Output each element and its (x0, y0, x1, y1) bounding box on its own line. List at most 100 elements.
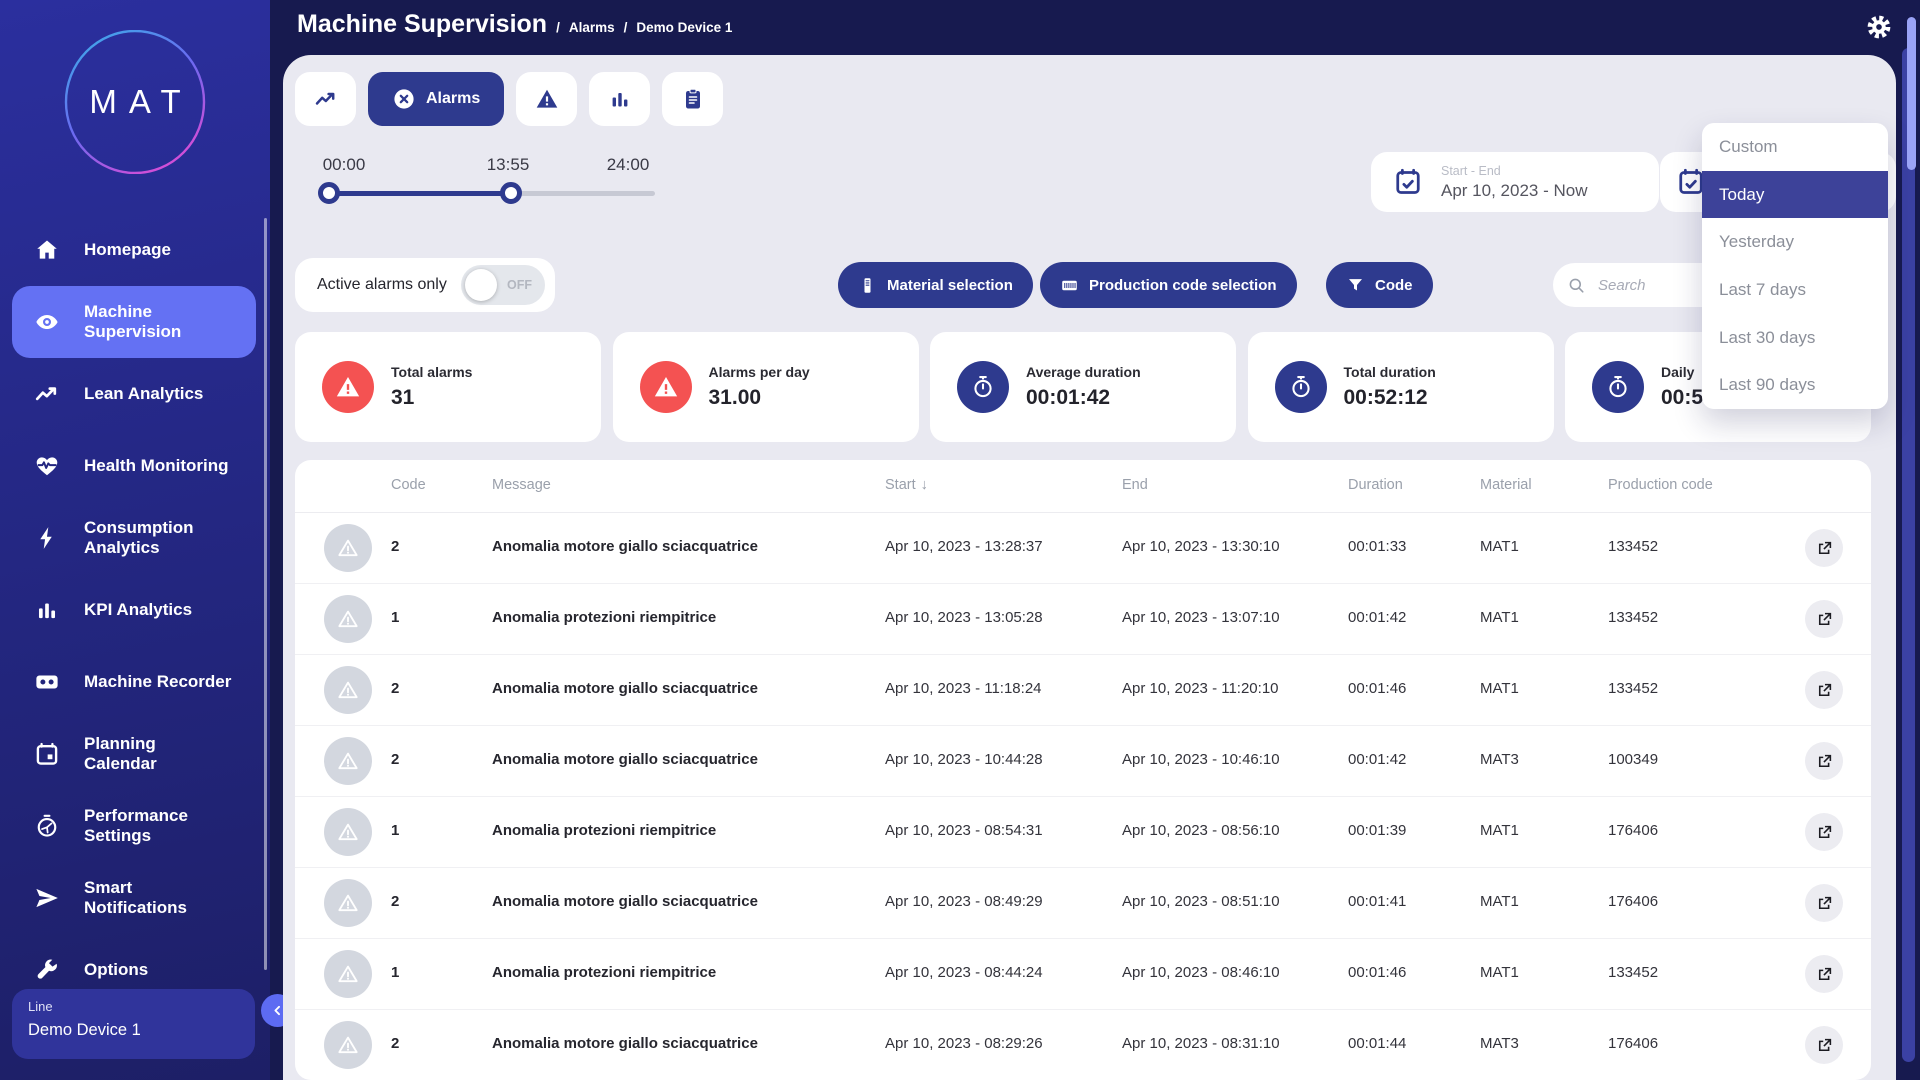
alarm-row[interactable]: 2 Anomalia motore giallo sciacquatrice A… (295, 655, 1871, 726)
material-selection-label: Material selection (887, 277, 1013, 294)
open-alarm-button[interactable] (1805, 671, 1843, 709)
date-menu-scrollbar[interactable] (1907, 17, 1916, 170)
stat-value: 31 (391, 386, 472, 410)
alarm-row[interactable]: 2 Anomalia motore giallo sciacquatrice A… (295, 1010, 1871, 1080)
sidebar-scrollbar[interactable] (264, 218, 267, 970)
tab-report[interactable] (662, 72, 723, 126)
tab-statistics[interactable] (589, 72, 650, 126)
column-header-production-code[interactable]: Production code (1608, 477, 1713, 493)
material-selection-button[interactable]: Material selection (838, 262, 1033, 308)
date-menu-item-label: Last 7 days (1719, 280, 1806, 300)
sidebar-item-smart-notifications[interactable]: Smart Notifications (12, 862, 256, 934)
cell-end: Apr 10, 2023 - 08:31:10 (1122, 1035, 1280, 1052)
toggle-knob (465, 269, 497, 301)
cell-code: 2 (391, 1035, 399, 1052)
alarm-row[interactable]: 1 Anomalia protezioni riempitrice Apr 10… (295, 797, 1871, 868)
page-title: Machine Supervision (297, 10, 547, 39)
open-alarm-button[interactable] (1805, 884, 1843, 922)
time-slider-handle-start[interactable] (318, 182, 340, 204)
cell-duration: 00:01:33 (1348, 538, 1406, 555)
date-menu-item-label: Last 30 days (1719, 328, 1815, 348)
column-header-start[interactable]: Start↓ (885, 477, 928, 493)
warning-icon (535, 87, 559, 111)
stat-cards: Total alarms 31 Alarms per day 31.00 (295, 332, 1871, 442)
sidebar-item-machine-supervision[interactable]: Machine Supervision (12, 286, 256, 358)
tab-alarms[interactable]: Alarms (368, 72, 504, 126)
active-alarms-toggle[interactable]: OFF (461, 265, 545, 305)
date-menu-item[interactable]: Last 7 days (1702, 266, 1888, 314)
main-panel: Alarms 00:00 13:55 24:00 (283, 55, 1896, 1080)
cell-message: Anomalia motore giallo sciacquatrice (492, 538, 758, 555)
date-menu-item[interactable]: Yesterday (1702, 218, 1888, 266)
sidebar-item-homepage[interactable]: Homepage (12, 214, 256, 286)
cell-code: 2 (391, 538, 399, 555)
open-alarm-button[interactable] (1805, 600, 1843, 638)
cell-end: Apr 10, 2023 - 13:07:10 (1122, 609, 1280, 626)
alarm-outline-icon (335, 535, 361, 561)
alarm-row[interactable]: 2 Anomalia motore giallo sciacquatrice A… (295, 513, 1871, 584)
date-menu-item[interactable]: Last 30 days (1702, 314, 1888, 362)
cell-duration: 00:01:46 (1348, 964, 1406, 981)
page-scrollbar[interactable] (1902, 48, 1915, 1062)
tab-warnings[interactable] (516, 72, 577, 126)
column-header-code[interactable]: Code (391, 477, 426, 493)
alarm-row[interactable]: 2 Anomalia motore giallo sciacquatrice A… (295, 726, 1871, 797)
calendar-check-icon (1393, 167, 1423, 197)
breadcrumb-device[interactable]: Demo Device 1 (636, 20, 732, 35)
sidebar-item-machine-recorder[interactable]: Machine Recorder (12, 646, 256, 718)
column-header-end[interactable]: End (1122, 477, 1148, 493)
table-body: 2 Anomalia motore giallo sciacquatrice A… (295, 513, 1871, 1080)
sidebar-item-label: Options (84, 960, 249, 980)
stopwatch-icon (970, 374, 996, 400)
column-header-message[interactable]: Message (492, 477, 551, 493)
sidebar-item-consumption-analytics[interactable]: Consumption Analytics (12, 502, 256, 574)
tab-label: Alarms (426, 90, 480, 108)
stat-card: Total alarms 31 (295, 332, 601, 442)
sidebar-item-label: Planning Calendar (84, 734, 249, 775)
eye-icon (34, 309, 60, 335)
date-menu-item[interactable]: Custom (1702, 123, 1888, 171)
open-alarm-button[interactable] (1805, 529, 1843, 567)
column-header-material[interactable]: Material (1480, 477, 1532, 493)
sidebar-item-label: Smart Notifications (84, 878, 249, 919)
cell-message: Anomalia protezioni riempitrice (492, 964, 716, 981)
open-alarm-button[interactable] (1805, 1026, 1843, 1064)
date-menu-item[interactable]: Last 90 days (1702, 361, 1888, 409)
breadcrumb-alarms[interactable]: Alarms (569, 20, 615, 35)
device-card[interactable]: Line Demo Device 1 (12, 989, 255, 1059)
cell-start: Apr 10, 2023 - 13:28:37 (885, 538, 1043, 555)
date-menu-item[interactable]: Today (1702, 171, 1888, 219)
date-range-picker[interactable]: Start - End Apr 10, 2023 - Now (1371, 152, 1659, 212)
tab-trends[interactable] (295, 72, 356, 126)
code-filter-button[interactable]: Code (1326, 262, 1433, 308)
cell-end: Apr 10, 2023 - 08:46:10 (1122, 964, 1280, 981)
cell-material: MAT1 (1480, 609, 1519, 626)
sidebar-item-lean-analytics[interactable]: Lean Analytics (12, 358, 256, 430)
cell-production-code: 176406 (1608, 1035, 1658, 1052)
open-alarm-button[interactable] (1805, 742, 1843, 780)
gauge-icon (34, 813, 60, 839)
sidebar-item-performance-settings[interactable]: Performance Settings (12, 790, 256, 862)
cell-end: Apr 10, 2023 - 10:46:10 (1122, 751, 1280, 768)
column-header-duration[interactable]: Duration (1348, 477, 1403, 493)
open-alarm-button[interactable] (1805, 813, 1843, 851)
stopwatch-icon (1605, 374, 1631, 400)
gear-icon[interactable] (1866, 14, 1892, 40)
time-slider-handle-current[interactable] (500, 182, 522, 204)
open-alarm-button[interactable] (1805, 955, 1843, 993)
search-input[interactable] (1596, 276, 1710, 295)
alarm-row[interactable]: 1 Anomalia protezioni riempitrice Apr 10… (295, 584, 1871, 655)
sidebar-item-label: Performance Settings (84, 806, 249, 847)
production-code-selection-button[interactable]: Production code selection (1040, 262, 1297, 308)
cell-duration: 00:01:39 (1348, 822, 1406, 839)
alarm-row[interactable]: 1 Anomalia protezioni riempitrice Apr 10… (295, 939, 1871, 1010)
sidebar-item-planning-calendar[interactable]: Planning Calendar (12, 718, 256, 790)
sidebar-item-health-monitoring[interactable]: Health Monitoring (12, 430, 256, 502)
sidebar-item-label: Machine Recorder (84, 672, 249, 692)
sidebar-item-kpi-analytics[interactable]: KPI Analytics (12, 574, 256, 646)
active-alarms-card: Active alarms only OFF (295, 258, 555, 312)
x-circle-icon (392, 87, 416, 111)
cell-start: Apr 10, 2023 - 13:05:28 (885, 609, 1043, 626)
warning-icon (335, 374, 361, 400)
alarm-row[interactable]: 2 Anomalia motore giallo sciacquatrice A… (295, 868, 1871, 939)
